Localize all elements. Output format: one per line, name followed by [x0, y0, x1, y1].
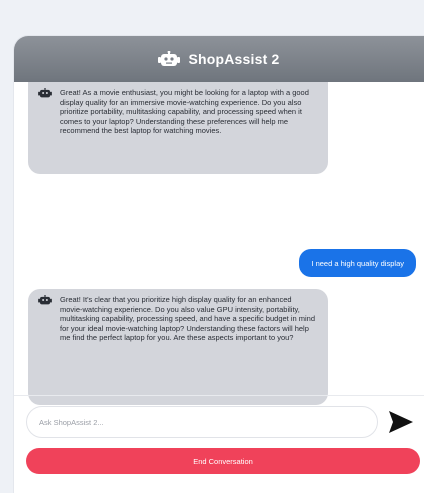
chat-title: ShopAssist 2 — [188, 51, 280, 67]
message-input[interactable] — [26, 406, 378, 438]
robot-icon — [158, 51, 181, 67]
bot-message-text: Great! It's clear that you prioritize hi… — [60, 295, 316, 343]
bot-message-text: Great! As a movie enthusiast, you might … — [60, 88, 309, 136]
chat-header: ShopAssist 2 — [14, 36, 424, 82]
message-list[interactable]: Great! As a movie enthusiast, you might … — [14, 82, 424, 420]
robot-icon — [38, 295, 52, 305]
chat-window: ShopAssist 2 Great! As a movie enthusias… — [14, 36, 424, 493]
composer-divider — [14, 395, 424, 396]
composer — [26, 406, 378, 438]
user-message: I need a high quality display — [299, 249, 416, 277]
send-arrow-icon — [388, 410, 414, 434]
bot-message: Great! As a movie enthusiast, you might … — [28, 82, 328, 174]
send-button[interactable] — [388, 410, 414, 434]
user-message-text: I need a high quality display — [311, 258, 404, 268]
end-conversation-button[interactable]: End Conversation — [26, 448, 420, 474]
bot-message: Great! It's clear that you prioritize hi… — [28, 289, 328, 405]
robot-icon — [38, 88, 52, 98]
